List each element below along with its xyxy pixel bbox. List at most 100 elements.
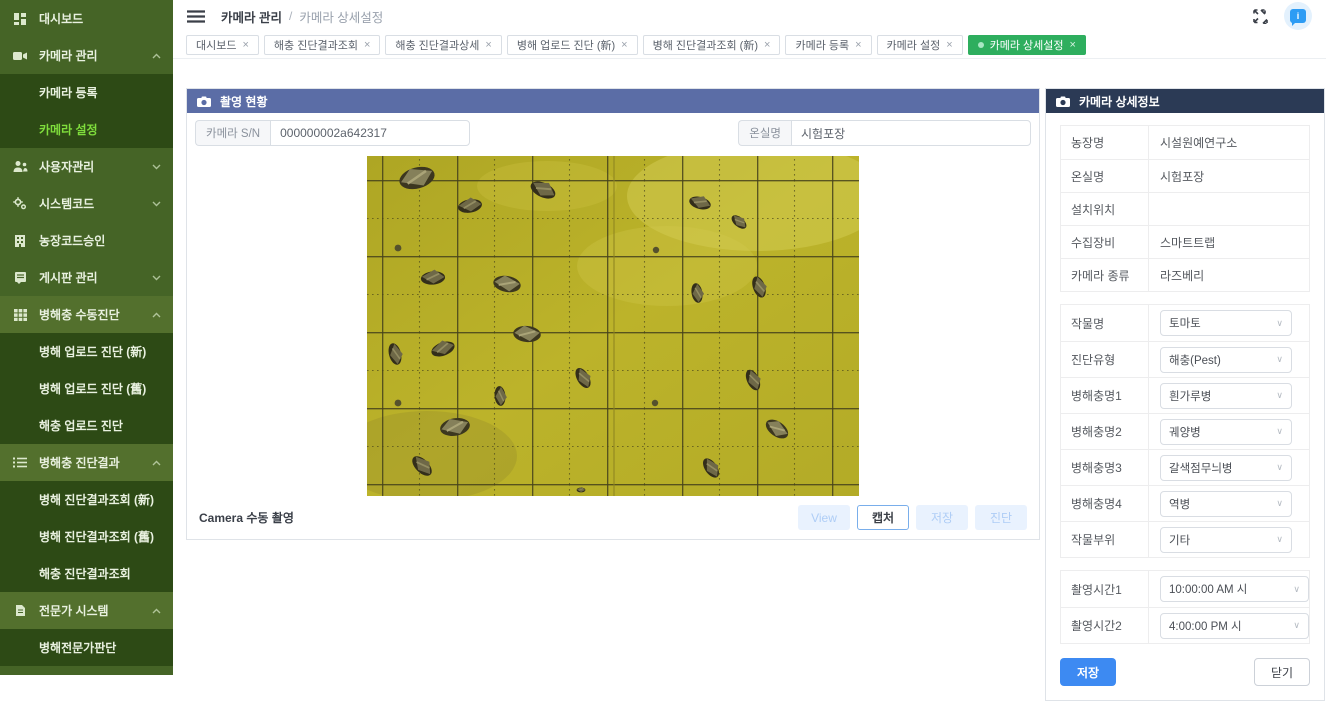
sidebar-item-label: 전문가 시스템 [39,602,109,619]
gears-icon [12,197,28,211]
sidebar-item-pest-results[interactable]: 해충 진단결과조회 [0,555,173,592]
chevron-down-icon [152,164,161,170]
greenhouse-input[interactable] [791,120,1031,146]
sidebar-item-label: 병해 업로드 진단 (舊) [39,380,146,397]
close-icon[interactable]: × [364,40,370,51]
capture-button[interactable]: 캡처 [857,505,909,530]
camera-info-table: 농장명 시설원예연구소 온실명 시험포장 설치위치 수집장비 스마트트랩 카메라… [1060,125,1310,292]
camera-detail-panel: 카메라 상세정보 농장명 시설원예연구소 온실명 시험포장 설치위치 수집장비 … [1045,88,1325,701]
sidebar-submenu-manual-diagnosis: 병해 업로드 진단 (新) 병해 업로드 진단 (舊) 해충 업로드 진단 [0,333,173,444]
sidebar-item-label: 병해충 수동진단 [39,306,120,323]
sidebar-item-board-management[interactable]: 게시판 관리 [0,259,173,296]
table-row: 촬영시간2 4:00:00 PM 시 ∨ [1061,607,1309,643]
sidebar-item-label: 농장코드승인 [39,232,105,249]
sidebar-item-disease-results-new[interactable]: 병해 진단결과조회 (新) [0,481,173,518]
tab-disease-upload-new[interactable]: 병해 업로드 진단 (新) × [507,35,638,55]
tab-camera-register[interactable]: 카메라 등록 × [785,35,871,55]
close-icon[interactable]: × [242,40,248,51]
sidebar-submenu-results: 병해 진단결과조회 (新) 병해 진단결과조회 (舊) 해충 진단결과조회 [0,481,173,592]
table-row: 진단유형 해충(Pest) ∨ [1061,341,1309,377]
sidebar-item-label: 사용자관리 [39,158,94,175]
capture-panel-title: 촬영 현황 [220,93,268,110]
pest-name-1-select[interactable]: 흰가루병 ∨ [1160,383,1292,409]
sidebar-item-diagnosis-results[interactable]: 병해충 진단결과 [0,444,173,481]
close-icon[interactable]: × [946,40,952,51]
tab-camera-detail-settings[interactable]: 카메라 상세설정 × [968,35,1086,55]
tab-label: 카메라 등록 [795,37,849,53]
building-icon [12,234,28,248]
sidebar-item-disease-results-old[interactable]: 병해 진단결과조회 (舊) [0,518,173,555]
tab-disease-results-new[interactable]: 병해 진단결과조회 (新) × [643,35,781,55]
sidebar-item-label: 병해 진단결과조회 (新) [39,491,154,508]
close-icon[interactable]: × [764,40,770,51]
camera-sn-group: 카메라 S/N [195,120,470,146]
sidebar-item-pest-upload[interactable]: 해충 업로드 진단 [0,407,173,444]
diagnosis-settings-table: 작물명 토마토 ∨ 진단유형 해충(Pest) ∨ 병해충명1 흰가루병 ∨ 병… [1060,304,1310,558]
chevron-up-icon [152,608,161,614]
camera-icon [1056,96,1070,107]
hamburger-menu-icon[interactable] [187,10,205,23]
sidebar-item-expert-system[interactable]: 전문가 시스템 [0,592,173,629]
close-icon[interactable]: × [855,40,861,51]
tab-pest-results[interactable]: 해충 진단결과조회 × [264,35,380,55]
chevron-down-icon [152,275,161,281]
chevron-up-icon [152,460,161,466]
chevron-down-icon: ∨ [1293,584,1300,595]
sidebar-item-camera-register[interactable]: 카메라 등록 [0,74,173,111]
sidebar-item-label: 병해 진단결과조회 (舊) [39,528,154,545]
chevron-down-icon: ∨ [1276,390,1283,401]
table-row: 병해충명2 궤양병 ∨ [1061,413,1309,449]
chevron-down-icon: ∨ [1276,462,1283,473]
users-icon [12,160,28,174]
close-icon[interactable]: × [621,40,627,51]
sidebar-item-camera-management[interactable]: 카메라 관리 [0,37,173,74]
sidebar-item-disease-expert-judgement[interactable]: 병해전문가판단 [0,629,173,666]
sidebar-item-user-management[interactable]: 사용자관리 [0,148,173,185]
chevron-up-icon [152,53,161,59]
sidebar-item-farm-code-approval[interactable]: 농장코드승인 [0,222,173,259]
diagnose-button[interactable]: 진단 [975,505,1027,530]
sidebar: 대시보드 카메라 관리 카메라 등록 카메라 설정 사용자관리 시스템코드 [0,0,173,675]
tab-dashboard[interactable]: 대시보드 × [186,35,259,55]
pest-name-4-select[interactable]: 역병 ∨ [1160,491,1292,517]
table-row: 농장명 시설원예연구소 [1061,126,1309,159]
pest-name-2-select[interactable]: 궤양병 ∨ [1160,419,1292,445]
close-icon[interactable]: × [1070,40,1076,51]
sidebar-item-dashboard[interactable]: 대시보드 [0,0,173,37]
pest-name-3-select[interactable]: 갈색점무늬병 ∨ [1160,455,1292,481]
view-button[interactable]: View [798,505,850,530]
diagnosis-type-select[interactable]: 해충(Pest) ∨ [1160,347,1292,373]
tab-pest-result-detail[interactable]: 해충 진단결과상세 × [385,35,501,55]
sidebar-item-system-code[interactable]: 시스템코드 [0,185,173,222]
chevron-up-icon [152,312,161,318]
sidebar-item-disease-upload-new[interactable]: 병해 업로드 진단 (新) [0,333,173,370]
notification-chat-icon[interactable]: i [1284,2,1312,30]
breadcrumb-page: 카메라 상세설정 [299,7,383,26]
crop-name-select[interactable]: 토마토 ∨ [1160,310,1292,336]
tabbar: 대시보드 × 해충 진단결과조회 × 해충 진단결과상세 × 병해 업로드 진단… [173,32,1326,59]
capture-time-1-select[interactable]: 10:00:00 AM 시 ∨ [1160,576,1309,602]
save-button[interactable]: 저장 [1060,658,1116,686]
tab-label: 해충 진단결과상세 [395,37,479,53]
breadcrumb-section[interactable]: 카메라 관리 [221,7,282,26]
crop-part-select[interactable]: 기타 ∨ [1160,527,1292,553]
sidebar-item-disease-upload-old[interactable]: 병해 업로드 진단 (舊) [0,370,173,407]
tab-camera-settings[interactable]: 카메라 설정 × [877,35,963,55]
capture-time-2-select[interactable]: 4:00:00 PM 시 ∨ [1160,613,1309,639]
dashboard-icon [12,12,28,26]
capture-status-panel: 촬영 현황 카메라 S/N 온실명 [186,88,1040,540]
sidebar-item-label: 카메라 등록 [39,84,98,101]
sidebar-item-pest-manual-diagnosis[interactable]: 병해충 수동진단 [0,296,173,333]
camera-sn-input[interactable] [270,120,470,146]
close-button[interactable]: 닫기 [1254,658,1310,686]
fullscreen-icon[interactable] [1253,9,1268,24]
sidebar-item-camera-settings[interactable]: 카메라 설정 [0,111,173,148]
manual-capture-label: Camera 수동 촬영 [199,509,294,526]
chevron-down-icon: ∨ [1276,534,1283,545]
close-icon[interactable]: × [485,40,491,51]
table-row: 병해충명3 갈색점무늬병 ∨ [1061,449,1309,485]
table-row: 작물명 토마토 ∨ [1061,305,1309,341]
save-capture-button[interactable]: 저장 [916,505,968,530]
capture-panel-header: 촬영 현황 [187,89,1039,113]
tab-label: 카메라 설정 [887,37,941,53]
